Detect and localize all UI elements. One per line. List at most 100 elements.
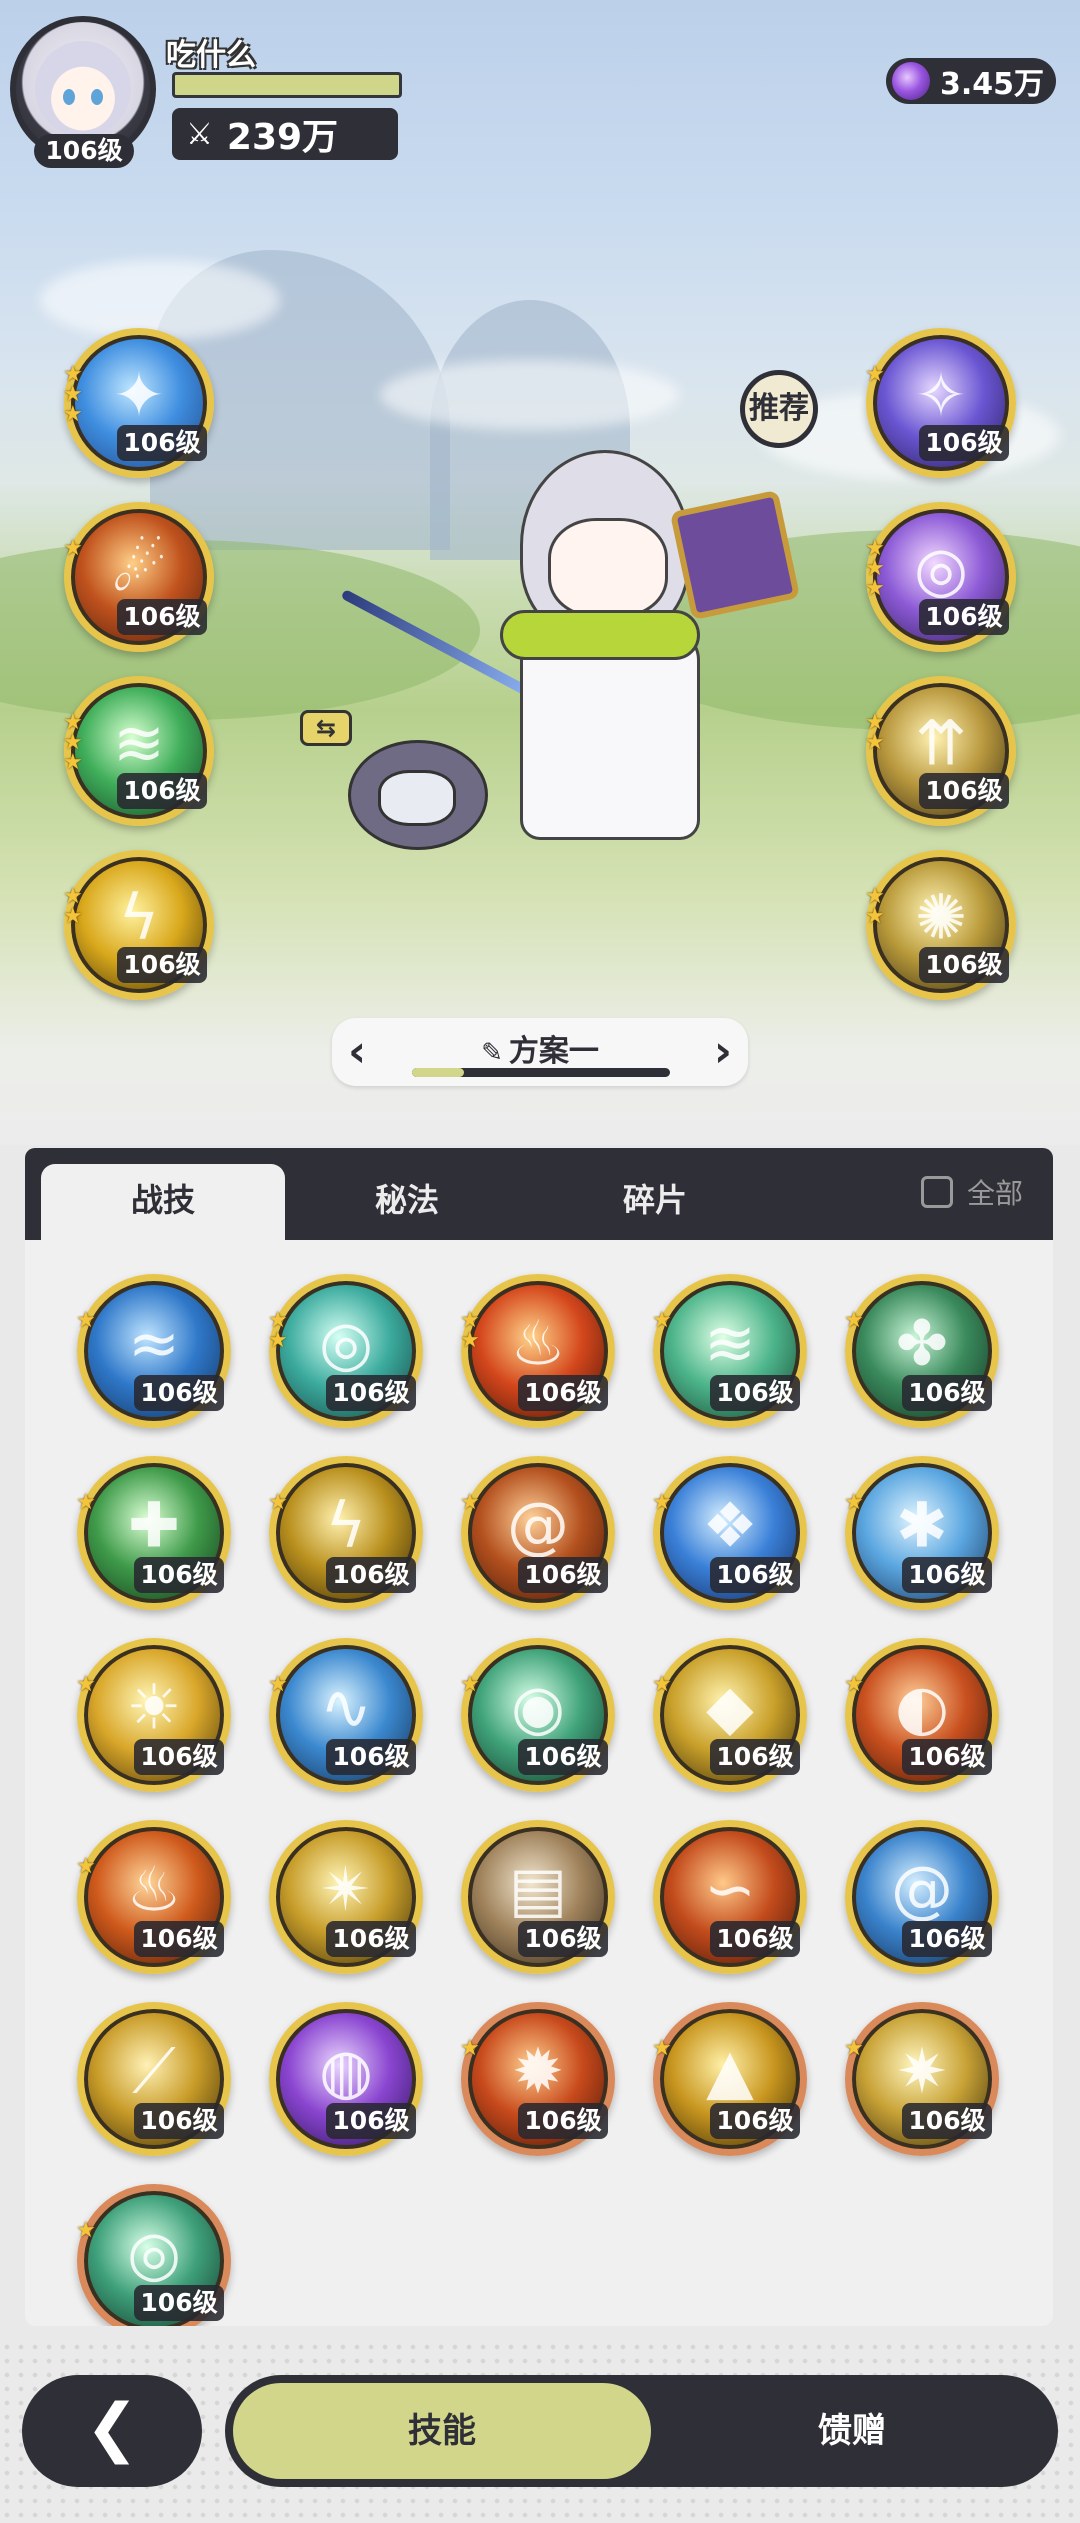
holy-diamond-skill-icon[interactable]: ◆ ★ 106级 (652, 1638, 807, 1792)
skill-level-label: 106级 (710, 1375, 800, 1411)
star-icon: ★ (652, 1672, 672, 1697)
star-rating: ★ (652, 2038, 672, 2060)
combat-power: ⚔ 239万 (172, 108, 398, 160)
nav-tab-skills[interactable]: 技能 (233, 2383, 651, 2479)
star-rating: ★ (268, 1672, 288, 1697)
ice-burst-skill-icon[interactable]: ✦ ★ ★ ★ 106级 (63, 328, 214, 478)
skill-effect-glyph: ✚ (128, 1488, 180, 1562)
water-splash-skill-icon[interactable]: ≈ ★ 106级 (76, 1274, 231, 1428)
skill-effect-glyph: ♨ (510, 1306, 566, 1380)
fire-meteor-skill-icon[interactable]: ☄ ★ 106级 (63, 502, 214, 652)
star-icon: ★ (844, 1672, 864, 1697)
card-throw-skill-icon[interactable]: ▤ 106级 (461, 1820, 615, 1974)
skill-effect-glyph: ▤ (508, 1852, 568, 1926)
whirlpool-skill-icon[interactable]: @106级 (845, 1820, 999, 1974)
star-icon: ★ (460, 1490, 480, 1515)
light-flash-skill-icon[interactable]: ✴ 106级 (269, 1820, 423, 1974)
show-all-filter[interactable]: 全部 (920, 1172, 1023, 1212)
star-icon: ★ (460, 2036, 480, 2061)
skill-level-label: 106级 (902, 2103, 992, 2139)
chevron-right-icon[interactable]: › (714, 1026, 732, 1077)
star-rating: ★ ★ (268, 1310, 288, 1352)
show-all-checkbox[interactable] (920, 1176, 953, 1208)
star-icon: ★ (76, 2218, 96, 2243)
recommend-button[interactable]: 推荐 (740, 370, 818, 448)
star-icon: ★ (865, 904, 885, 929)
skill-level-label: 106级 (919, 425, 1009, 461)
void-sphere-skill-icon[interactable]: ◍ 106级 (269, 2002, 423, 2156)
swap-pet-icon[interactable]: ⇆ (300, 710, 352, 746)
star-icon: ★ (460, 1328, 480, 1353)
flame-skill-icon[interactable]: ♨ ★ ★ 106级 (460, 1274, 615, 1428)
fire-eye-skill-icon[interactable]: ◐ ★ 106级 (844, 1638, 999, 1792)
lightning-skill-icon[interactable]: ϟ ★ 106级 (268, 1456, 423, 1610)
fire-storm-skill-icon[interactable]: ♨ ★ 106级 (76, 1820, 231, 1974)
thunder-orb-skill-icon[interactable]: ϟ ★ ★ 106级 (63, 850, 214, 1000)
wind-slash-skill-icon[interactable]: ≋ ★ ★ ★ 106级 (63, 676, 214, 826)
skill-effect-glyph: ∽ (704, 1852, 756, 1926)
tidal-wave-skill-icon[interactable]: ∿ ★ 106级 (268, 1638, 423, 1792)
star-icon: ★ (652, 1308, 672, 1333)
loadout-title[interactable]: ✎ 方案一 (332, 1026, 748, 1070)
skill-effect-glyph: ◎ (913, 532, 969, 606)
water-vortex-skill-icon[interactable]: ◎ ★ ★ 106级 (268, 1274, 423, 1428)
star-icon: ★ (63, 536, 83, 561)
crossed-swords-icon: ⚔ (186, 116, 213, 152)
lava-wave-skill-icon[interactable]: ∽ 106级 (653, 1820, 807, 1974)
star-rating: ★ ★ (865, 886, 885, 929)
skill-level-label: 106级 (902, 1739, 992, 1775)
skill-effect-glyph: ✴ (320, 1852, 372, 1926)
gem-currency[interactable]: 3.45万 (886, 58, 1056, 104)
skill-level-label: 106级 (518, 1739, 608, 1775)
skill-level-label: 106级 (518, 1921, 608, 1957)
holy-spears-skill-icon[interactable]: ⇈ ★ ★ 106级 (865, 676, 1016, 826)
radiant-star-skill-icon[interactable]: ✷ ★ 106级 (844, 2002, 999, 2156)
star-rating: ★ ★ ★ (63, 712, 83, 774)
wind-orb-skill-icon[interactable]: ◉ ★ 106级 (460, 1638, 615, 1792)
loadout-progress (412, 1068, 670, 1077)
skill-effect-glyph: ▲ (706, 2034, 754, 2108)
ice-shard-skill-icon[interactable]: ❖ ★ 106级 (652, 1456, 807, 1610)
golden-spike-skill-icon[interactable]: ▲ ★ 106级 (652, 2002, 807, 2156)
star-icon: ★ (268, 1672, 288, 1697)
skill-level-label: 106级 (134, 1375, 224, 1411)
holy-burst-skill-icon[interactable]: ✺ ★ ★ 106级 (865, 850, 1016, 1000)
star-rating: ★ ★ (63, 886, 83, 929)
thorn-vine-skill-icon[interactable]: ✤ ★ 106级 (844, 1274, 999, 1428)
explosion-skill-icon[interactable]: ✹ ★ 106级 (460, 2002, 615, 2156)
star-rating: ★ (76, 1674, 96, 1696)
skill-level-label: 106级 (710, 1739, 800, 1775)
hero-scarf (500, 610, 700, 660)
star-icon: ★ (63, 904, 83, 929)
nav-tab-gifts[interactable]: 馈赠 (643, 2383, 1061, 2479)
tab-fragments[interactable]: 碎片 (533, 1164, 777, 1240)
tab-secret-arts[interactable]: 秘法 (285, 1164, 529, 1240)
arcane-vortex-skill-icon[interactable]: ✧ ★ 106级 (865, 328, 1016, 478)
loadout-progress-fill (412, 1068, 464, 1077)
star-rating: ★ (268, 1492, 288, 1514)
star-rating: ★ (652, 1492, 672, 1514)
player-level-badge: 106级 (34, 134, 134, 168)
fire-swirl-skill-icon[interactable]: @ ★ 106级 (460, 1456, 615, 1610)
combat-power-value: 239万 (226, 117, 339, 158)
ice-crystal-skill-icon[interactable]: ✱ ★ 106级 (844, 1456, 999, 1610)
star-rating: ★ (76, 2218, 96, 2243)
green-tornado-skill-icon[interactable]: ◎ ★ 106级 (76, 2184, 231, 2326)
skill-level-label: 106级 (919, 599, 1009, 635)
star-icon: ★ (865, 576, 885, 601)
star-rating: ★ (844, 1672, 864, 1697)
golden-blade-skill-icon[interactable]: ⟋ 106级 (77, 2002, 231, 2156)
skill-effect-glyph: ❖ (702, 1488, 758, 1562)
star-rating: ★ ★ (865, 712, 885, 754)
healing-cross-skill-icon[interactable]: ✚ ★ 106级 (76, 1456, 231, 1610)
skill-panel: 战技 秘法 碎片 全部 ≈ ★ 106级 ◎ ★ ★ 106级 ♨ ★ ★ 106级 ≋ ★ 106级 ✤ ★… (25, 1148, 1053, 2326)
back-button[interactable]: ❮ (22, 2375, 202, 2487)
sun-burst-skill-icon[interactable]: ☀ ★ 106级 (76, 1638, 231, 1792)
skill-level-label: 106级 (518, 1557, 608, 1593)
skill-level-label: 106级 (117, 599, 207, 635)
wind-blade-skill-icon[interactable]: ≋ ★ 106级 (652, 1274, 807, 1428)
tab-combat-skills[interactable]: 战技 (41, 1164, 285, 1240)
skill-effect-glyph: @ (507, 1488, 569, 1562)
arcane-clock-skill-icon[interactable]: ◎ ★ ★ ★ 106级 (865, 502, 1016, 652)
skill-effect-glyph: ☄ (111, 532, 167, 606)
